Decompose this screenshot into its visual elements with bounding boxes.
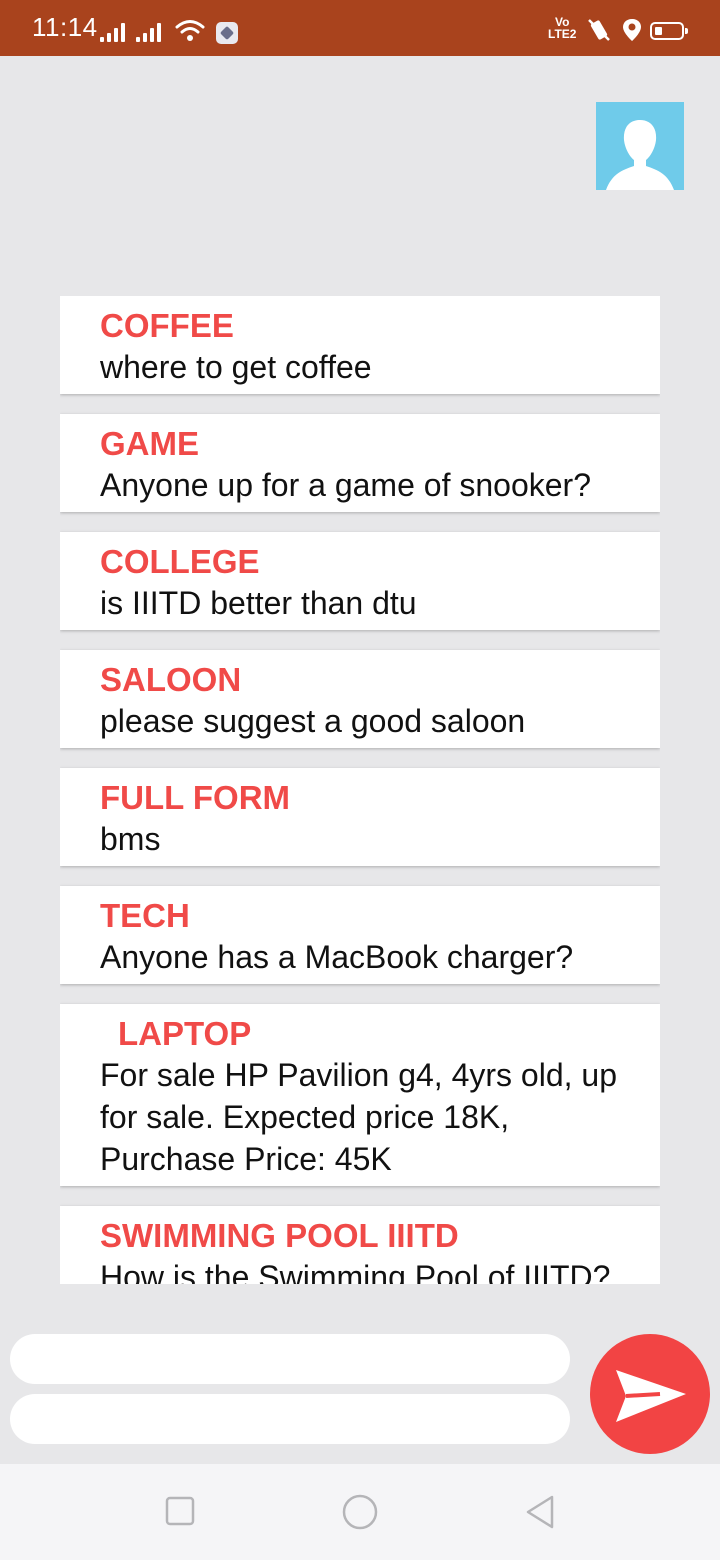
signal-1-icon (100, 22, 130, 42)
circle-icon[interactable] (341, 1493, 379, 1531)
post-title: FULL FORM (100, 779, 291, 816)
post-body: where to get coffee (100, 349, 372, 385)
post-body: Anyone up for a game of snooker? (100, 467, 591, 503)
post-card[interactable]: FULL FORM bms (60, 768, 660, 866)
post-body-input[interactable] (10, 1394, 570, 1444)
post-title: TECH (100, 897, 190, 934)
battery-icon (650, 22, 688, 40)
post-title: GAME (100, 425, 199, 462)
status-bar: 11:14 Vo LTE2 (0, 0, 720, 56)
post-card[interactable]: SWIMMING POOL IIITD How is the Swimming … (60, 1206, 660, 1284)
square-icon[interactable] (165, 1496, 195, 1526)
system-nav-bar (0, 1464, 720, 1560)
profile-avatar[interactable] (596, 102, 684, 190)
post-body: please suggest a good saloon (100, 703, 526, 739)
app-notification-icon (216, 22, 238, 44)
status-time: 11:14 (32, 12, 98, 42)
triangle-back-icon[interactable] (522, 1494, 558, 1530)
user-silhouette-icon (606, 120, 674, 190)
send-arrow-icon (616, 1370, 686, 1422)
post-body: Anyone has a MacBook charger? (100, 939, 574, 975)
post-title: LAPTOP (118, 1015, 252, 1052)
post-title: COLLEGE (100, 543, 260, 580)
post-card[interactable]: GAME Anyone up for a game of snooker? (60, 414, 660, 512)
posts-list[interactable]: COFFEE where to get coffee GAME Anyone u… (60, 296, 660, 1284)
post-title-input[interactable] (10, 1334, 570, 1384)
post-body: is IIITD better than dtu (100, 585, 417, 621)
wifi-icon (175, 18, 205, 49)
post-body: bms (100, 821, 161, 857)
signal-2-icon (136, 22, 166, 42)
send-button[interactable] (590, 1334, 710, 1454)
post-title: SALOON (100, 661, 242, 698)
post-title: SWIMMING POOL IIITD (100, 1217, 459, 1254)
post-card[interactable]: COFFEE where to get coffee (60, 296, 660, 394)
post-card[interactable]: SALOON please suggest a good saloon (60, 650, 660, 748)
vibrate-icon (586, 18, 612, 48)
post-card[interactable]: COLLEGE is IIITD better than dtu (60, 532, 660, 630)
post-body: How is the Swimming Pool of IIITD? (100, 1259, 611, 1284)
post-body: For sale HP Pavilion g4, 4yrs old, up fo… (100, 1057, 617, 1177)
post-card[interactable]: TECH Anyone has a MacBook charger? (60, 886, 660, 984)
volte-indicator: Vo LTE2 (548, 15, 577, 41)
location-icon (622, 18, 642, 47)
post-card[interactable]: LAPTOP For sale HP Pavilion g4, 4yrs old… (60, 1004, 660, 1186)
post-title: COFFEE (100, 307, 234, 344)
